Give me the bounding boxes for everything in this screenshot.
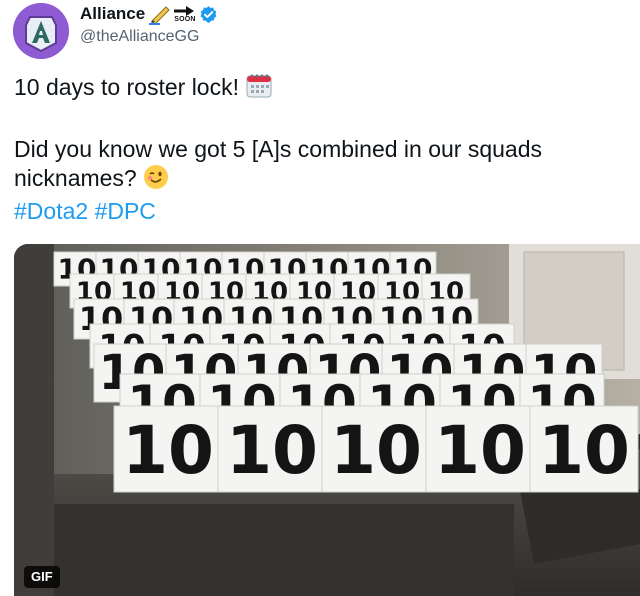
tweet-line-1: 10 days to roster lock! bbox=[14, 72, 629, 106]
soon-label: SOON bbox=[174, 16, 196, 23]
tweet-hashtags: #Dota2 #DPC bbox=[14, 197, 629, 226]
avatar[interactable] bbox=[13, 3, 69, 59]
verified-badge-icon bbox=[200, 5, 217, 23]
winking-face-emoji-icon bbox=[143, 164, 169, 197]
author-name-row: Alliance SOON bbox=[80, 3, 218, 25]
sign-label: 10 bbox=[538, 412, 630, 489]
gif-badge: GIF bbox=[24, 566, 60, 588]
author-handle[interactable]: @theAllianceGG bbox=[80, 28, 199, 46]
pen-emoji-icon bbox=[149, 6, 170, 25]
tweet-line-2-text: Did you know we got 5 [A]s combined in o… bbox=[14, 136, 543, 191]
tweet-line-1-text: 10 days to roster lock! bbox=[14, 74, 239, 100]
tweet-line-2: Did you know we got 5 [A]s combined in o… bbox=[14, 135, 629, 197]
tweet-text: 10 days to roster lock! Did you know we … bbox=[14, 72, 629, 226]
sign-label: 10 bbox=[330, 412, 422, 489]
hashtag-dpc[interactable]: #DPC bbox=[95, 198, 156, 224]
calendar-emoji-icon bbox=[245, 72, 273, 106]
sign-label: 10 bbox=[122, 412, 214, 489]
hashtag-dota2[interactable]: #Dota2 bbox=[14, 198, 88, 224]
sign-label: 10 bbox=[226, 412, 318, 489]
alliance-logo-icon bbox=[13, 3, 69, 59]
soon-arrow-emoji-icon: SOON bbox=[148, 3, 196, 25]
author-display-name[interactable]: Alliance bbox=[80, 4, 145, 24]
gif-media[interactable]: 10 10 10 10 10 10 10 10 10 10 10 10 10 10 10 10 10 10 10 10… bbox=[14, 244, 640, 596]
sign-label: 10 bbox=[434, 412, 526, 489]
gif-frame-image: 10 10 10 10 10 10 10 10 1010 10 10 10 10 10 10 10 1010 10… bbox=[14, 244, 640, 596]
